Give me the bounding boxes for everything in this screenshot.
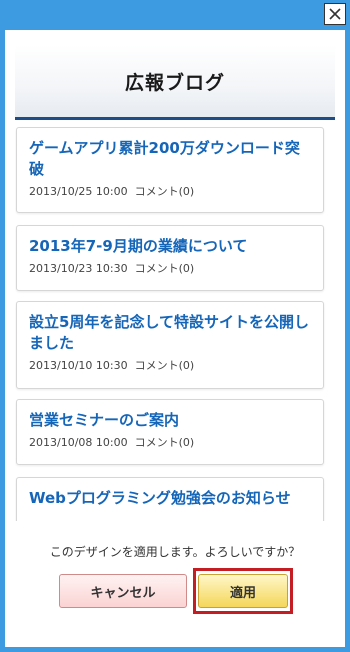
post-meta: 2013/10/10 10:30 コメント(0) xyxy=(29,359,311,373)
post-meta xyxy=(29,514,311,521)
post-card[interactable]: 営業セミナーのご案内 2013/10/08 10:00 コメント(0) xyxy=(16,399,324,465)
post-card[interactable]: ゲームアプリ累計200万ダウンロード突破 2013/10/25 10:00 コメ… xyxy=(16,127,324,213)
cancel-button[interactable]: キャンセル xyxy=(59,574,187,608)
close-button[interactable] xyxy=(324,3,346,25)
post-card[interactable]: Webプログラミング勉強会のお知らせ xyxy=(16,477,324,521)
close-icon xyxy=(329,8,341,20)
post-title[interactable]: 営業セミナーのご案内 xyxy=(29,410,311,431)
post-meta: 2013/10/25 10:00 コメント(0) xyxy=(29,185,311,199)
post-title[interactable]: 2013年7-9月期の業績について xyxy=(29,236,311,257)
post-title[interactable]: ゲームアプリ累計200万ダウンロード突破 xyxy=(29,138,311,180)
post-comments[interactable]: コメント(0) xyxy=(135,436,195,449)
post-title[interactable]: 設立5周年を記念して特設サイトを公開しました xyxy=(29,312,311,354)
post-date: 2013/10/23 10:30 xyxy=(29,262,128,275)
apply-button[interactable]: 適用 xyxy=(198,574,288,608)
post-date: 2013/10/10 10:30 xyxy=(29,359,128,372)
post-list: ゲームアプリ累計200万ダウンロード突破 2013/10/25 10:00 コメ… xyxy=(15,127,335,521)
post-comments[interactable]: コメント(0) xyxy=(135,262,195,275)
post-date: 2013/10/25 10:00 xyxy=(29,185,128,198)
post-meta: 2013/10/23 10:30 コメント(0) xyxy=(29,262,311,276)
post-meta: 2013/10/08 10:00 コメント(0) xyxy=(29,436,311,450)
confirm-message: このデザインを適用します。よろしいですか？ xyxy=(49,545,301,559)
post-card[interactable]: 2013年7-9月期の業績について 2013/10/23 10:30 コメント(… xyxy=(16,225,324,291)
apply-button-highlight: 適用 xyxy=(193,568,293,614)
post-title[interactable]: Webプログラミング勉強会のお知らせ xyxy=(29,488,311,509)
post-comments[interactable]: コメント(0) xyxy=(135,359,195,372)
post-date: 2013/10/08 10:00 xyxy=(29,436,128,449)
post-card[interactable]: 設立5周年を記念して特設サイトを公開しました 2013/10/10 10:30 … xyxy=(16,301,324,389)
page-title: 広報ブログ xyxy=(124,71,225,94)
post-comments[interactable]: コメント(0) xyxy=(135,185,195,198)
design-preview-dialog: 広報ブログ ゲームアプリ累計200万ダウンロード突破 2013/10/25 10… xyxy=(5,30,345,647)
blog-header: 広報ブログ xyxy=(15,45,335,120)
